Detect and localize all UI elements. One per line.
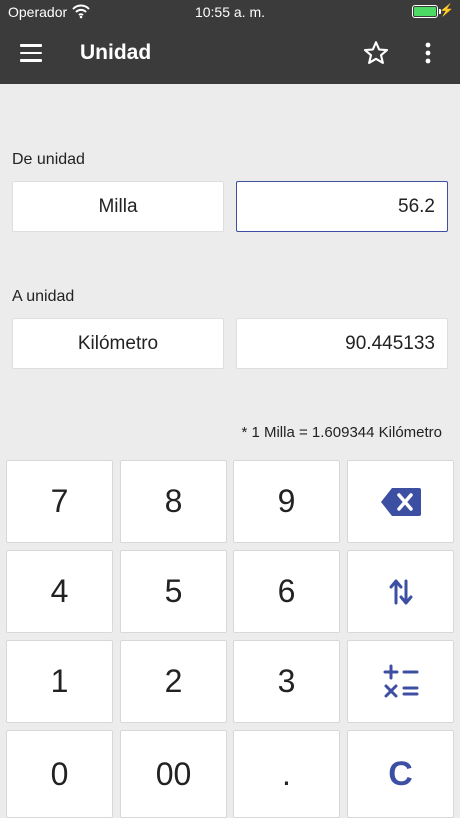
to-unit-name: Kilómetro [77,332,159,354]
to-value-text: 90.445133 [345,332,435,354]
from-unit-name: Milla [98,195,138,217]
status-time: 10:55 a. m. [194,4,266,20]
from-unit-label: De unidad [12,151,85,168]
favorite-star-icon[interactable] [362,39,390,67]
clear-button[interactable]: C [347,730,454,818]
key-7[interactable]: 7 [6,460,113,543]
to-unit-label: A unidad [12,288,75,305]
backspace-button[interactable] [347,460,454,543]
page-title: Unidad [80,41,152,64]
swap-arrows-icon [389,579,412,604]
key-4[interactable]: 4 [6,550,113,633]
key-2[interactable]: 2 [120,640,227,723]
to-value-field[interactable]: 90.445133 [236,318,448,369]
key-0[interactable]: 0 [6,730,113,818]
calculator-operators-icon [383,664,418,697]
swap-units-button[interactable] [347,550,454,633]
conversion-formula: * 1 Milla = 1.609344 Kilómetro [241,424,442,441]
status-bar: Operador 10:55 a. m. ⚡ [0,0,460,24]
key-00[interactable]: 00 [120,730,227,818]
key-1[interactable]: 1 [6,640,113,723]
key-5[interactable]: 5 [120,550,227,633]
battery-icon [412,5,438,18]
to-unit-selector[interactable]: Kilómetro [12,318,224,369]
backspace-icon [380,487,421,516]
calculator-button[interactable] [347,640,454,723]
key-3[interactable]: 3 [233,640,340,723]
key-6[interactable]: 6 [233,550,340,633]
app-bar: Unidad [0,24,460,84]
from-value-text: 56.2 [398,195,435,217]
charging-icon: ⚡ [439,3,454,17]
key-8[interactable]: 8 [120,460,227,543]
key-9[interactable]: 9 [233,460,340,543]
from-unit-selector[interactable]: Milla [12,181,224,232]
menu-icon[interactable] [20,44,42,62]
key-decimal[interactable]: . [233,730,340,818]
keypad: 7 8 9 4 5 6 1 2 3 0 00 . C [0,456,460,818]
more-options-icon[interactable] [418,39,438,67]
from-value-field[interactable]: 56.2 [236,181,448,232]
